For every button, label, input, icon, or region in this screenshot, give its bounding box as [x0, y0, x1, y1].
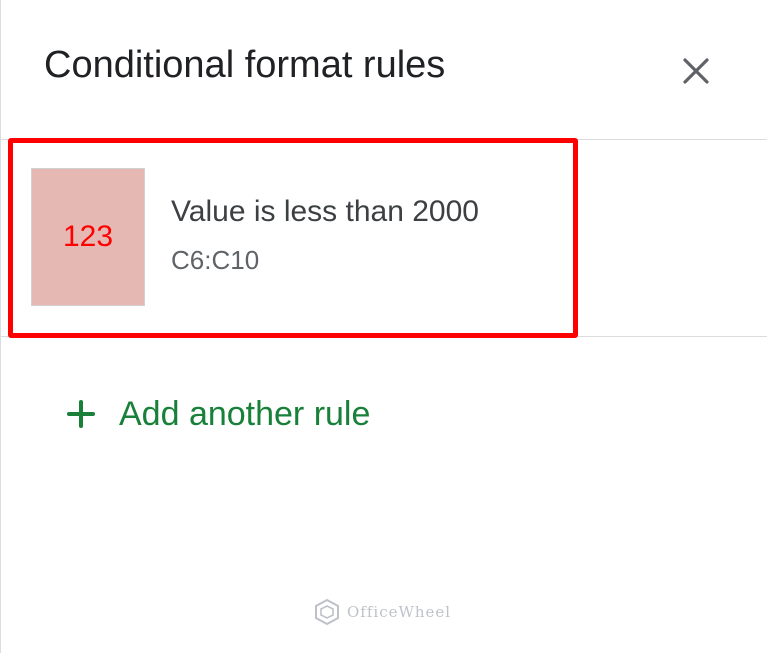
conditional-format-panel: Conditional format rules 123 Value is le…	[0, 0, 767, 653]
close-button[interactable]	[673, 50, 717, 94]
watermark-text: OfficeWheel	[347, 603, 452, 621]
add-another-rule-button[interactable]: Add another rule	[61, 387, 370, 441]
rule-condition: Value is less than 2000	[171, 195, 479, 228]
add-rule-label: Add another rule	[119, 394, 371, 433]
rule-preview-text: 123	[62, 220, 114, 253]
rule-item[interactable]: 123 Value is less than 2000 C6:C10	[13, 143, 573, 333]
close-icon	[683, 58, 709, 84]
rule-format-preview: 123	[31, 168, 145, 306]
panel-title: Conditional format rules	[44, 44, 446, 86]
rule-range: C6:C10	[171, 245, 260, 275]
officewheel-logo-icon	[315, 598, 339, 626]
panel-header: Conditional format rules	[1, 0, 767, 140]
watermark: OfficeWheel	[313, 598, 451, 626]
plus-icon	[67, 400, 95, 428]
